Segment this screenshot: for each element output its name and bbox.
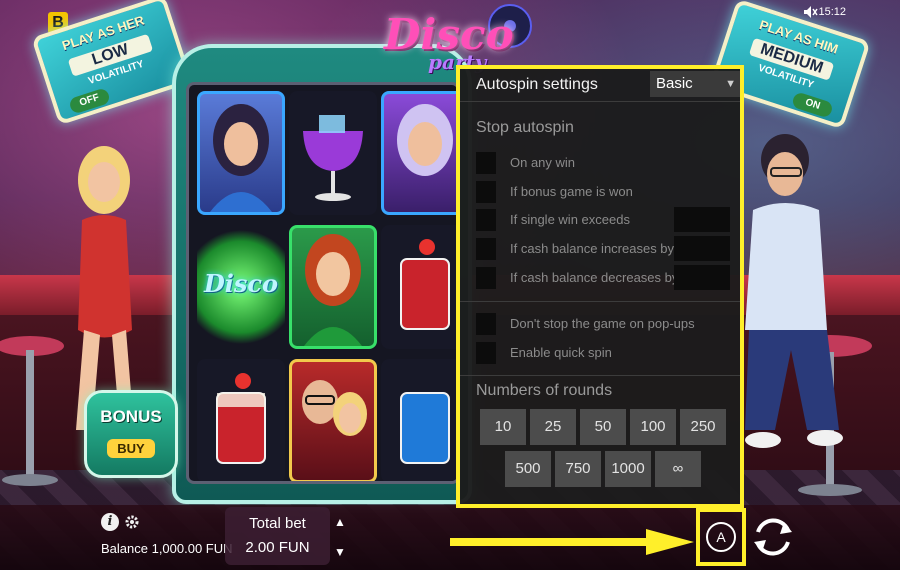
game-logo: Disco party: [368, 4, 538, 74]
man-character: [745, 134, 843, 448]
panel-title: Autospin settings: [476, 76, 598, 93]
info-icon[interactable]: i: [101, 513, 119, 531]
balance-text: Balance 1,000.00 FUN: [101, 541, 233, 556]
autospin-mode-select[interactable]: Basic ▼: [650, 71, 740, 97]
mode-select-value: Basic: [656, 75, 693, 92]
couple-symbol: [289, 359, 377, 481]
rounds-25-button[interactable]: 25: [530, 409, 576, 445]
clock: 15:12: [818, 6, 846, 18]
rounds-750-button[interactable]: 750: [555, 451, 601, 487]
bonus-buy-label: BONUS: [100, 407, 162, 426]
rounds-1000-button[interactable]: 1000: [605, 451, 651, 487]
redhead-woman-symbol: [289, 225, 377, 349]
speaker-muted-icon[interactable]: [804, 6, 818, 18]
rounds-250-button[interactable]: 250: [680, 409, 726, 445]
gear-icon[interactable]: [124, 514, 140, 530]
balance-increase-amount-input[interactable]: [674, 236, 730, 261]
option-label: If cash balance decreases by: [510, 270, 679, 285]
blue-cocktail-icon: [400, 392, 450, 464]
red-cocktail-icon: [216, 373, 266, 464]
balance-decrease-amount-input[interactable]: [674, 265, 730, 290]
purple-cocktail-icon: [303, 115, 363, 201]
red-cocktail-symbol: [197, 359, 285, 481]
woman-portrait-icon: [210, 104, 272, 212]
reels-area: Disco: [186, 82, 460, 484]
autospin-button[interactable]: A: [696, 508, 746, 566]
option-label: If bonus game is won: [510, 184, 633, 199]
divider: [460, 375, 740, 376]
bet-increase-button[interactable]: ▲: [333, 515, 347, 529]
single-win-amount-input[interactable]: [674, 207, 730, 232]
checkbox[interactable]: [476, 209, 496, 231]
option-label: Don't stop the game on pop-ups: [510, 316, 695, 331]
spin-button[interactable]: [750, 512, 796, 562]
autospin-settings-panel: Autospin settings Basic ▼ Stop autospin …: [456, 65, 744, 508]
blue-cocktail-symbol: [381, 359, 457, 481]
option-quick-spin[interactable]: Enable quick spin: [476, 342, 736, 364]
checkbox[interactable]: [476, 342, 496, 364]
disco-symbol-text: Disco: [203, 269, 279, 298]
checkbox[interactable]: [476, 267, 496, 289]
rounds-50-button[interactable]: 50: [580, 409, 626, 445]
checkbox[interactable]: [476, 152, 496, 174]
bonus-buy-button[interactable]: BONUS BUY: [84, 390, 178, 478]
option-on-any-win[interactable]: On any win: [476, 152, 736, 174]
chevron-down-icon: ▼: [725, 78, 736, 90]
divider: [460, 101, 740, 102]
option-label: If single win exceeds: [510, 212, 630, 227]
pointer-arrow-icon: [450, 529, 694, 555]
red-cocktail-symbol-col3: [381, 225, 457, 349]
option-label: Enable quick spin: [510, 345, 612, 360]
option-label: If cash balance increases by: [510, 241, 675, 256]
rounds-label: Numbers of rounds: [476, 382, 613, 399]
disco-ball-symbol: Disco: [197, 225, 285, 349]
purple-cocktail-symbol: [289, 91, 377, 215]
divider: [460, 301, 740, 302]
woman-symbol-col3: [381, 91, 457, 215]
rounds-500-button[interactable]: 500: [505, 451, 551, 487]
woman-symbol: [197, 91, 285, 215]
woman-portrait-icon: [397, 104, 453, 176]
autospin-icon: A: [706, 522, 736, 552]
bet-decrease-button[interactable]: ▼: [333, 545, 347, 559]
rounds-100-button[interactable]: 100: [630, 409, 676, 445]
rounds-10-button[interactable]: 10: [480, 409, 526, 445]
stop-autospin-label: Stop autospin: [476, 119, 574, 136]
couple-portrait-icon: [302, 380, 367, 436]
checkbox[interactable]: [476, 313, 496, 335]
buy-label: BUY: [107, 439, 155, 458]
option-bonus-game-won[interactable]: If bonus game is won: [476, 181, 736, 203]
rounds-infinite-button[interactable]: ∞: [655, 451, 701, 487]
checkbox[interactable]: [476, 238, 496, 260]
total-bet-label: Total bet: [249, 515, 306, 532]
redhead-portrait-icon: [304, 234, 362, 346]
option-label: On any win: [510, 155, 576, 170]
bar-stool-left: [0, 336, 64, 486]
total-bet-value: 2.00 FUN: [245, 539, 310, 556]
red-cocktail-icon: [400, 239, 450, 330]
checkbox[interactable]: [476, 181, 496, 203]
total-bet-box: Total bet 2.00 FUN: [225, 507, 330, 565]
option-dont-stop-popups[interactable]: Don't stop the game on pop-ups: [476, 313, 736, 335]
